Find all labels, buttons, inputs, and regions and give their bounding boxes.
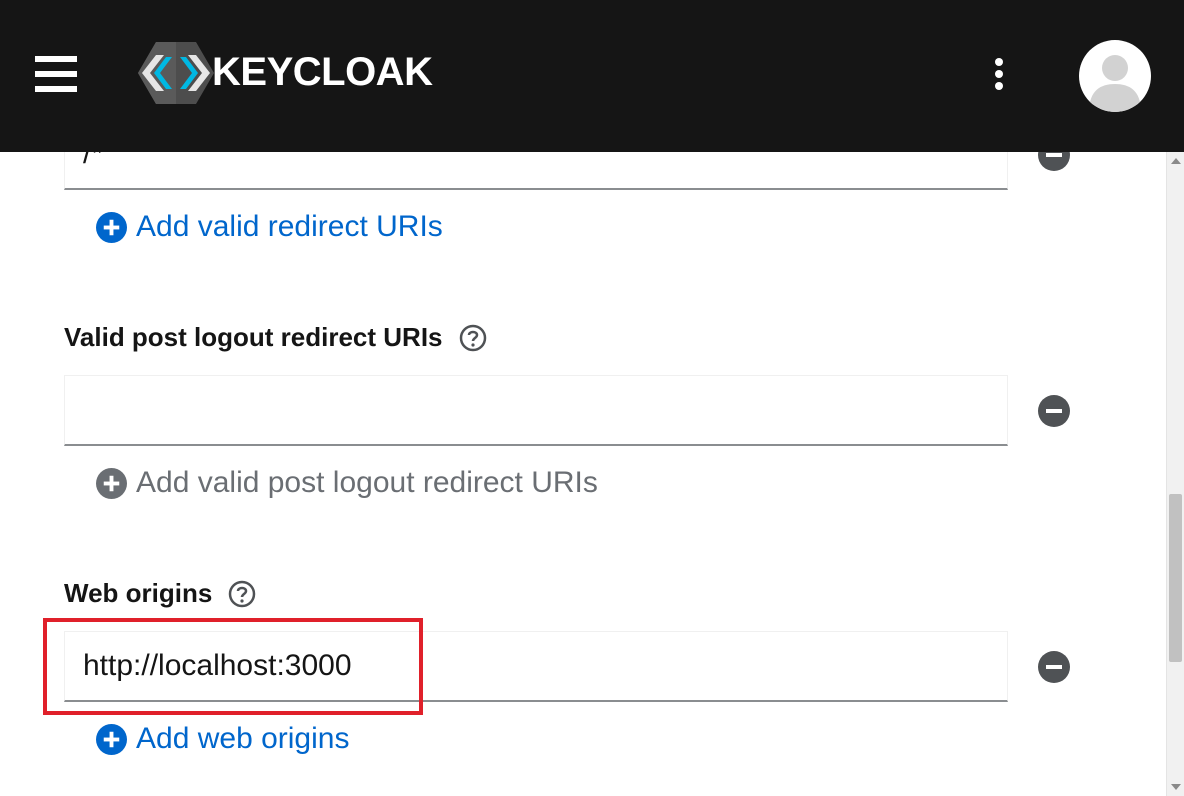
add-post-logout-uri-button[interactable]: Add valid post logout redirect URIs [96, 466, 598, 500]
web-origins-label: Web origins [64, 578, 256, 609]
help-icon[interactable] [459, 324, 487, 352]
user-avatar-icon[interactable] [1079, 40, 1151, 112]
add-web-origin-button[interactable]: Add web origins [96, 722, 349, 756]
hamburger-menu-icon[interactable] [35, 56, 77, 94]
help-icon[interactable] [228, 580, 256, 608]
remove-redirect-uri-icon[interactable] [1038, 152, 1070, 171]
scroll-up-arrow-icon[interactable] [1171, 158, 1181, 164]
web-origins-label-text: Web origins [64, 578, 213, 608]
post-logout-redirect-label-text: Valid post logout redirect URIs [64, 322, 443, 352]
remove-web-origin-icon[interactable] [1038, 651, 1070, 683]
add-redirect-uri-label: Add valid redirect URIs [136, 210, 443, 243]
scrollbar-thumb[interactable] [1169, 494, 1182, 662]
web-origins-input[interactable]: http://localhost:3000 [64, 631, 1008, 702]
plus-circle-icon [96, 723, 127, 755]
keycloak-logo-icon [138, 42, 214, 104]
logo-wordmark: KEYCLOAK [212, 50, 433, 94]
kebab-menu-icon[interactable] [988, 58, 1010, 96]
post-logout-redirect-label: Valid post logout redirect URIs [64, 322, 487, 353]
add-web-origin-label: Add web origins [136, 722, 350, 755]
keycloak-logo[interactable]: KEYCLOAK [136, 40, 456, 106]
scroll-down-arrow-icon[interactable] [1171, 784, 1181, 790]
client-settings-form: /* Add valid redirect URIs Valid post lo… [0, 152, 1166, 796]
add-post-logout-uri-label: Add valid post logout redirect URIs [136, 466, 598, 499]
redirect-uri-input[interactable]: /* [64, 152, 1008, 190]
vertical-scrollbar[interactable] [1166, 152, 1184, 796]
post-logout-redirect-input[interactable] [64, 375, 1008, 446]
plus-circle-icon [96, 211, 127, 243]
masthead: KEYCLOAK [0, 0, 1184, 152]
add-redirect-uri-button[interactable]: Add valid redirect URIs [96, 210, 443, 244]
remove-post-logout-uri-icon[interactable] [1038, 395, 1070, 427]
plus-circle-icon [96, 467, 127, 499]
